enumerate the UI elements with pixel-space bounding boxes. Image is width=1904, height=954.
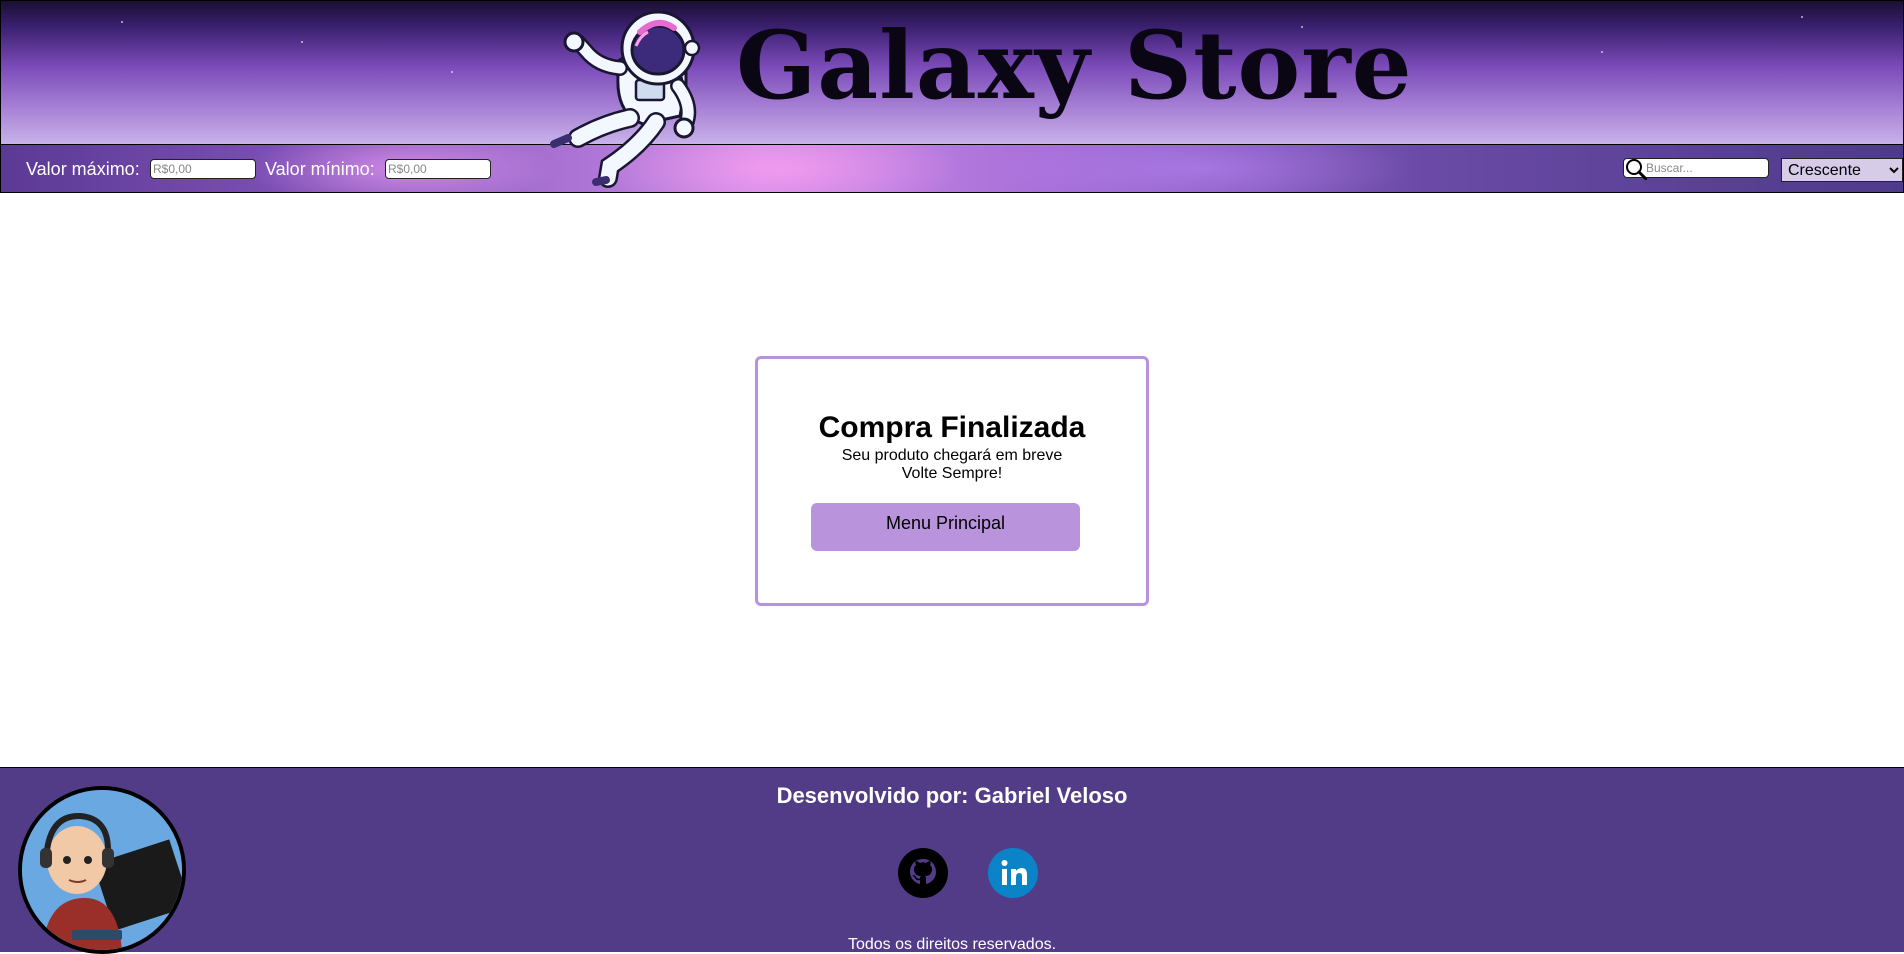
copyright-text: Todos os direitos reservados. <box>847 936 1057 953</box>
search-icon[interactable] <box>1625 158 1647 180</box>
min-value-label: Valor mínimo: <box>265 159 375 179</box>
store-title: Galaxy Store <box>736 11 1413 121</box>
card-message-thanks: Volte Sempre! <box>901 465 1003 482</box>
developer-credit: Desenvolvido por: Gabriel Veloso <box>776 783 1128 808</box>
linkedin-icon[interactable] <box>987 847 1039 899</box>
max-value-input[interactable] <box>150 159 256 179</box>
min-value-input[interactable] <box>385 159 491 179</box>
card-title: Compra Finalizada <box>818 411 1086 444</box>
avatar <box>18 786 186 954</box>
github-icon[interactable] <box>897 847 949 899</box>
main-menu-button[interactable]: Menu Principal <box>811 503 1080 551</box>
astronaut-icon <box>550 10 701 188</box>
filter-bar: Valor máximo: Valor mínimo: Crescente <box>0 144 1904 193</box>
search-box <box>1623 158 1773 180</box>
site-header: Galaxy Store <box>0 0 1904 145</box>
site-footer: Desenvolvido por: Gabriel Veloso Todos o… <box>0 767 1904 954</box>
purchase-complete-card: Compra Finalizada Seu produto chegará em… <box>755 356 1149 606</box>
sort-order-select[interactable]: Crescente <box>1781 158 1903 182</box>
card-message-delivery: Seu produto chegará em breve <box>841 447 1063 464</box>
max-value-label: Valor máximo: <box>26 159 140 179</box>
